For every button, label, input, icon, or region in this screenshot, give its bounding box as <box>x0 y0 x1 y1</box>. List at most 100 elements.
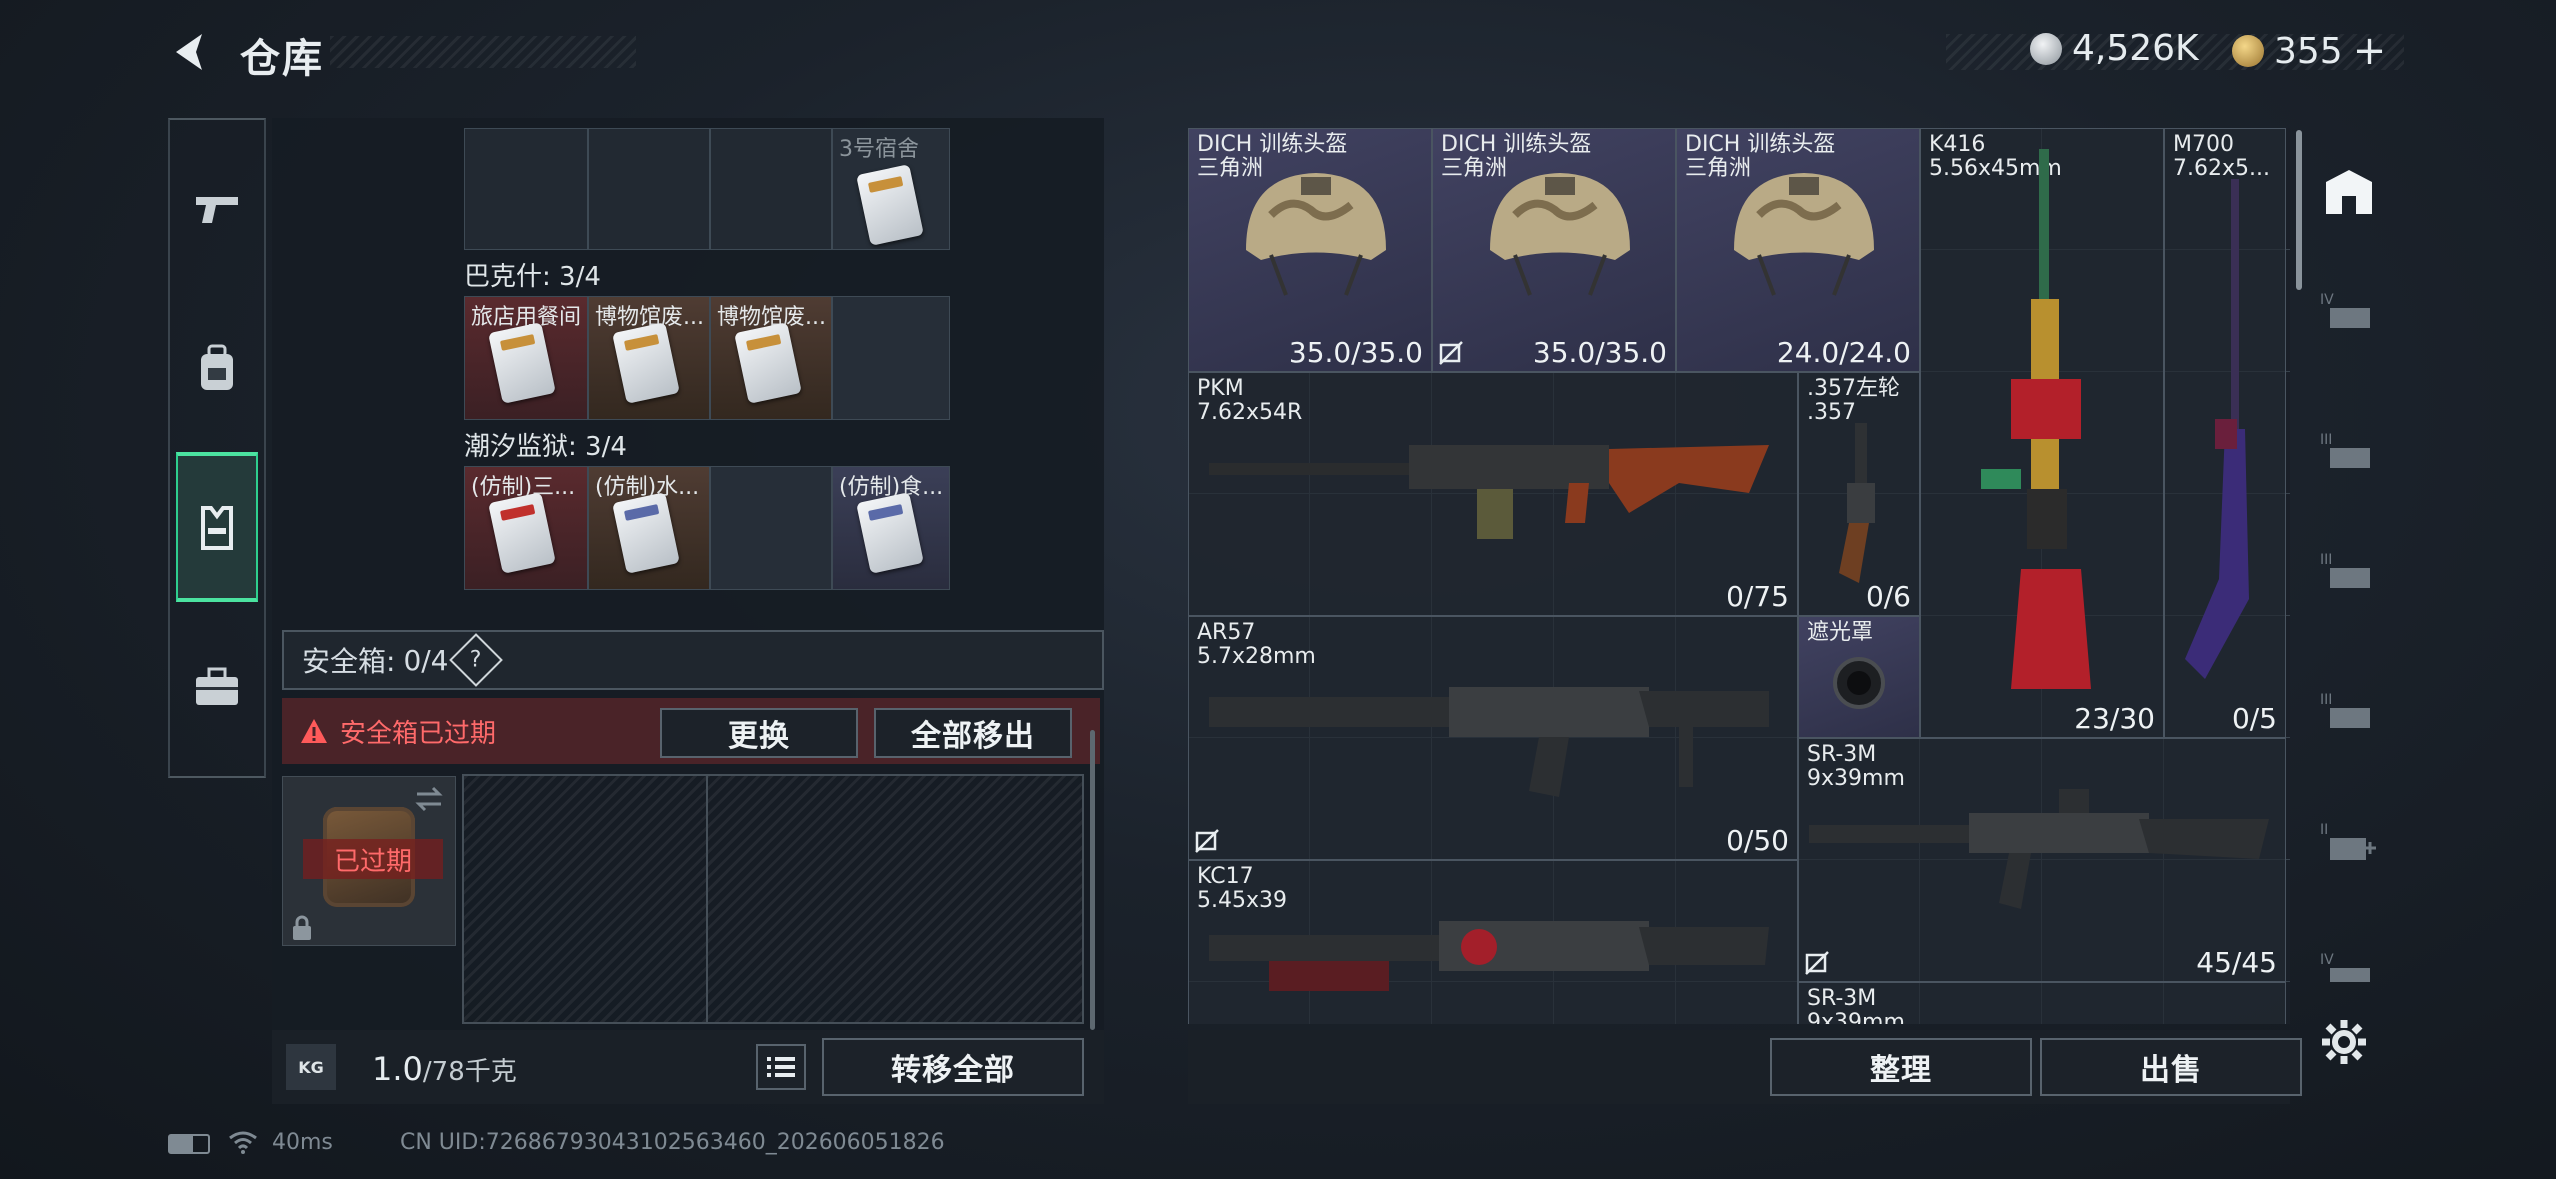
key-slot-empty[interactable] <box>710 128 832 250</box>
scrollbar[interactable] <box>1090 730 1095 1030</box>
key-group-label: 潮汐监狱: 3/4 <box>464 432 627 462</box>
svg-text:II: II <box>2320 822 2328 838</box>
category-keys[interactable] <box>176 452 258 602</box>
keycard-icon <box>488 322 556 404</box>
key-slot-empty[interactable] <box>588 128 710 250</box>
weight-readout: 1.0/78千克 <box>372 1050 517 1088</box>
stash-item-attachment[interactable]: 遮光罩 <box>1798 616 1920 738</box>
category-gear[interactable] <box>176 294 258 444</box>
stash-item-machinegun[interactable]: PKM 7.62x54R 0/75 <box>1188 372 1798 616</box>
stash-all-icon[interactable] <box>2320 168 2378 218</box>
sort-button[interactable]: 整理 <box>1770 1038 2032 1096</box>
stash-tab-armor-icon[interactable]: III <box>2320 428 2378 478</box>
safe-box-count: 0/4 <box>403 643 449 677</box>
stash-tab-ammo-icon[interactable]: III <box>2320 688 2378 738</box>
keycard-icon <box>734 322 802 404</box>
smg-icon <box>1209 687 1769 797</box>
ping-readout: 40ms <box>272 1130 333 1155</box>
key-item[interactable]: 博物馆废... <box>710 296 832 420</box>
keycard-icon <box>856 492 924 574</box>
helmet-icon <box>1734 173 1874 296</box>
helmet-icon <box>1246 173 1386 296</box>
sniper-icon <box>2185 179 2249 679</box>
safe-case-slot[interactable]: 已过期 <box>282 776 456 946</box>
lens-hood-icon <box>1833 657 1885 709</box>
swap-icon[interactable] <box>413 785 445 813</box>
rifle-icon <box>1209 921 1769 991</box>
key-slot-empty[interactable] <box>710 466 832 590</box>
key-slot-empty[interactable] <box>832 296 950 420</box>
gold-currency[interactable]: 355 + <box>2232 28 2386 74</box>
stash-grid[interactable]: DICH 训练头盔 三角洲 35.0/35.0 DICH 训练头盔 三角洲 35… <box>1188 128 2290 1024</box>
rifle-icon <box>1809 789 2269 909</box>
stash-tab-weapons-icon[interactable]: IV <box>2320 288 2378 338</box>
keycard-icon <box>488 492 556 574</box>
svg-text:III: III <box>2320 552 2332 568</box>
settings-gear-icon[interactable] <box>2320 1018 2368 1066</box>
key-item-name: 3号宿舍 <box>839 137 919 162</box>
helmet-icon <box>1490 173 1630 296</box>
svg-text:IV: IV <box>2320 952 2334 968</box>
keycard-icon <box>612 492 680 574</box>
key-item[interactable]: (仿制)水... <box>588 466 710 590</box>
stash-item-rifle[interactable]: K416 5.56x45mm 23/30 <box>1920 128 2164 738</box>
list-icon <box>767 1057 795 1077</box>
stash-item-helmet[interactable]: DICH 训练头盔 三角洲 35.0/35.0 <box>1188 128 1432 372</box>
silver-amount: 4,526K <box>2072 28 2199 69</box>
stash-tab-rigs-icon[interactable]: III <box>2320 548 2378 598</box>
key-group-label: 巴克什: 3/4 <box>464 262 601 292</box>
back-arrow-icon <box>176 34 202 70</box>
stash-item-rifle[interactable]: SR-3M 9x39mm <box>1798 982 2286 1024</box>
back-button[interactable] <box>168 28 216 76</box>
keycard-icon <box>612 322 680 404</box>
pistol-icon <box>196 197 238 223</box>
replace-button[interactable]: 更换 <box>660 708 858 758</box>
backpack-icon <box>201 344 233 390</box>
stash-item-revolver[interactable]: .357左轮 .357 0/6 <box>1798 372 1920 616</box>
not-insured-icon <box>1195 829 1219 853</box>
warning-icon <box>301 719 327 743</box>
weight-icon: KG <box>286 1044 336 1090</box>
safe-box-header: 安全箱: 0/4 ? <box>282 630 1104 690</box>
stash-item-rifle[interactable]: AR57 5.7x28mm 0/50 <box>1188 616 1798 860</box>
add-currency-button[interactable]: + <box>2353 28 2387 74</box>
key-item[interactable]: (仿制)三... <box>464 466 588 590</box>
keycard-icon <box>856 164 924 246</box>
stash-item-helmet[interactable]: DICH 训练头盔 三角洲 35.0/35.0 <box>1432 128 1676 372</box>
stash-tab-medical-icon[interactable]: II <box>2320 818 2378 868</box>
sell-button[interactable]: 出售 <box>2040 1038 2302 1096</box>
stash-item-rifle[interactable]: SR-3M 9x39mm 45/45 <box>1798 738 2286 982</box>
key-item[interactable]: 旅店用餐间 <box>464 296 588 420</box>
divider <box>706 776 708 1022</box>
stash-item-sniper[interactable]: M700 7.62x5... 0/5 <box>2164 128 2286 738</box>
key-slot-empty[interactable] <box>464 128 588 250</box>
revolver-icon <box>1839 423 1875 583</box>
lock-icon <box>293 915 311 940</box>
help-icon[interactable]: ? <box>448 633 503 687</box>
category-misc[interactable] <box>176 612 258 762</box>
stash-item-helmet[interactable]: DICH 训练头盔 三角洲 24.0/24.0 <box>1676 128 1920 372</box>
stash-tab-misc-icon[interactable]: IV <box>2320 948 2378 998</box>
safe-case-expired-label: 已过期 <box>303 839 443 879</box>
remove-all-button[interactable]: 全部移出 <box>874 708 1072 758</box>
safe-box-storage[interactable] <box>462 774 1084 1024</box>
wifi-icon <box>229 1131 257 1154</box>
page-title: 仓库 <box>240 36 324 82</box>
svg-text:III: III <box>2320 432 2332 448</box>
key-item[interactable]: 博物馆废... <box>588 296 710 420</box>
not-insured-icon <box>1805 951 1829 975</box>
weight-capacity: /78千克 <box>422 1057 517 1087</box>
key-item[interactable]: 3号宿舍 <box>832 128 950 250</box>
rifle-icon <box>1981 149 2091 689</box>
gold-amount: 355 <box>2274 30 2343 72</box>
transfer-all-button[interactable]: 转移全部 <box>822 1038 1084 1096</box>
safe-box-label: 安全箱: <box>302 645 396 678</box>
stash-item-rifle[interactable]: KC17 5.45x39 <box>1188 860 1798 1024</box>
category-weapons[interactable] <box>176 134 258 284</box>
list-view-button[interactable] <box>756 1044 806 1090</box>
key-item[interactable]: (仿制)食... <box>832 466 950 590</box>
machinegun-icon <box>1209 445 1769 539</box>
briefcase-icon <box>196 667 238 705</box>
expired-warning-text: 安全箱已过期 <box>340 718 497 749</box>
vest-icon <box>201 506 233 550</box>
